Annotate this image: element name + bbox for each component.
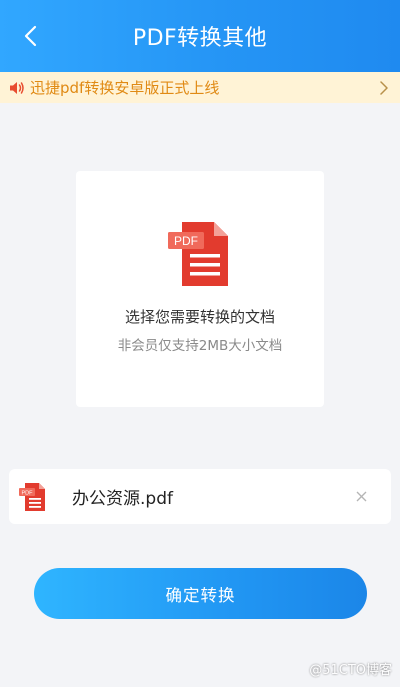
upload-limit-note: 非会员仅支持2MB大小文档	[117, 338, 283, 354]
pdf-file-icon: PDF	[19, 482, 45, 511]
pdf-document-icon: PDF	[168, 222, 228, 286]
file-name: 办公资源.pdf	[72, 489, 173, 509]
back-button[interactable]	[14, 20, 46, 52]
selected-file-row: PDF 办公资源.pdf	[9, 469, 391, 524]
remove-file-button[interactable]	[353, 488, 369, 504]
chevron-left-icon	[24, 25, 37, 47]
select-document-card[interactable]: PDF 选择您需要转换的文档 非会员仅支持2MB大小文档	[76, 171, 324, 407]
pdf-convert-page: PDF转换其他 迅捷pdf转换安卓版正式上线 PDF 选择您需要转换的文档 非会…	[0, 0, 400, 687]
pdf-badge-label: PDF	[174, 234, 198, 248]
speaker-icon	[9, 80, 25, 96]
app-header: PDF转换其他	[0, 0, 400, 72]
close-icon	[356, 491, 366, 501]
page-title: PDF转换其他	[132, 26, 268, 51]
notice-bar[interactable]: 迅捷pdf转换安卓版正式上线	[0, 72, 400, 103]
notice-text: 迅捷pdf转换安卓版正式上线	[30, 79, 220, 97]
watermark: @51CTO博客	[309, 663, 392, 678]
confirm-convert-button[interactable]: 确定转换	[34, 568, 367, 619]
chevron-right-icon	[380, 80, 390, 96]
file-badge-label: PDF	[22, 490, 34, 496]
upload-title: 选择您需要转换的文档	[124, 308, 275, 326]
